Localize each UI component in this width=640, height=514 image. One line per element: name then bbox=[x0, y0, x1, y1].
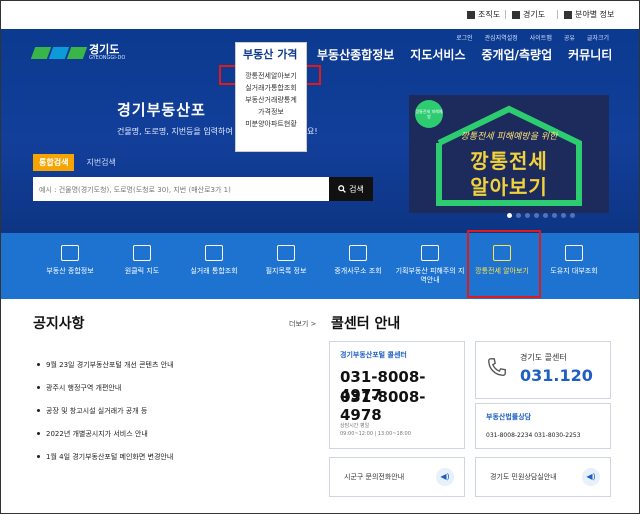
sitemap-link[interactable]: 사이트맵 bbox=[530, 33, 552, 42]
building-icon bbox=[133, 245, 151, 261]
notice-item[interactable]: 2022년 개별공시지가 서비스 안내 bbox=[37, 422, 307, 445]
search-box bbox=[33, 177, 329, 202]
notice-title: 공지사항 bbox=[33, 316, 85, 332]
nav-broker-survey[interactable]: 중개업/측량업 bbox=[473, 46, 560, 63]
quick-broker-office[interactable]: 중개사무소 조회 bbox=[323, 245, 393, 276]
highlight-quick-item bbox=[467, 230, 541, 298]
hero-description: 건물명, 도로명, 지번등을 입력하여 부동 bbox=[117, 127, 251, 136]
pagination-dot[interactable] bbox=[516, 213, 521, 218]
notice-more-link[interactable]: 더보기 > bbox=[289, 319, 316, 329]
notice-item[interactable]: 1월 4일 경기부동산포털 메인화면 변경안내 bbox=[37, 445, 307, 468]
fields-icon bbox=[564, 10, 572, 19]
banner-badge: 깡통전세 피해예방 bbox=[415, 100, 443, 128]
banner-title-line1: 깡통전세 bbox=[470, 149, 548, 173]
notice-item[interactable]: 9월 23일 경기부동산포털 개선 콘텐츠 안내 bbox=[37, 353, 307, 376]
hero-title: 경기부동산포 bbox=[117, 101, 206, 119]
org-icon bbox=[467, 10, 475, 19]
utility-bar: 조직도 경기도 분야별 정보 bbox=[1, 1, 639, 29]
map-icon bbox=[205, 245, 223, 261]
speaker-icon: ◀) bbox=[582, 468, 600, 486]
notice-item[interactable]: 공장 및 창고시설 실거래가 공개 등 bbox=[37, 399, 307, 422]
office-icon bbox=[349, 245, 367, 261]
warning-doc-icon bbox=[421, 245, 439, 261]
pagination-dot[interactable] bbox=[552, 213, 557, 218]
util-link-org[interactable]: 조직도 bbox=[467, 9, 500, 20]
site-logo[interactable]: 경기도 GYEONGGI-DO bbox=[30, 43, 126, 61]
pagination-dot[interactable] bbox=[525, 213, 530, 218]
dropdown-item-volume-stats[interactable]: 부동산거래량통계 bbox=[236, 94, 306, 106]
main-navigation: 부동산종합정보 지도서비스 중개업/측량업 커뮤니티 bbox=[309, 46, 620, 63]
speaker-icon: ◀) bbox=[436, 468, 454, 486]
tab-lot-search[interactable]: 지번검색 bbox=[82, 154, 119, 171]
gyeonggi-logo-icon bbox=[30, 47, 88, 59]
legal-consult-title: 부동산법률상담 bbox=[486, 413, 532, 421]
portal-callcenter-title: 경기부동산포털 콜센터 bbox=[340, 351, 407, 359]
legal-consult-box: 부동산법률상담 031-8008-2234 031-8030-2253 bbox=[475, 403, 611, 449]
sigungu-inquiry-button[interactable]: 시군구 문의전화안내 ◀) bbox=[329, 457, 465, 497]
banner-pagination bbox=[507, 213, 575, 218]
grid-icon bbox=[277, 245, 295, 261]
legal-consult-numbers: 031-8008-2234 031-8030-2253 bbox=[486, 432, 581, 439]
dropdown-item-unsold[interactable]: 미분양아파트현황 bbox=[236, 118, 306, 130]
house-icon bbox=[61, 245, 79, 261]
quick-state-land[interactable]: 도유지 대부조회 bbox=[539, 245, 609, 276]
pagination-dot[interactable] bbox=[561, 213, 566, 218]
search-icon bbox=[338, 185, 346, 193]
pagination-dot[interactable] bbox=[570, 213, 575, 218]
pagination-dot[interactable] bbox=[534, 213, 539, 218]
dropdown-title[interactable]: 부동산 가격 bbox=[236, 43, 306, 62]
search-button[interactable]: 검색 bbox=[329, 177, 373, 201]
phone-icon bbox=[488, 358, 506, 376]
logo-subtext: GYEONGGI-DO bbox=[89, 55, 126, 61]
consult-hours: 상담시간 평일 09:00~12:00 | 13:00~18:00 bbox=[340, 423, 411, 437]
quick-one-click-map[interactable]: 원클릭 지도 bbox=[107, 245, 177, 276]
callcenter-title: 콜센터 안내 bbox=[331, 316, 401, 332]
dropdown-item-jeonse-check[interactable]: 깡통전세알아보기 bbox=[236, 70, 306, 82]
util-link-fields[interactable]: 분야별 정보 bbox=[564, 9, 614, 20]
logo-text: 경기도 bbox=[89, 43, 120, 56]
util-link-gyeonggi[interactable]: 경기도 bbox=[512, 9, 545, 20]
login-link[interactable]: 로그인 bbox=[456, 33, 473, 42]
dropdown-item-transaction[interactable]: 실거래가통합조회 bbox=[236, 82, 306, 94]
notice-list: 9월 23일 경기부동산포털 개선 콘텐츠 안내 광주시 행정구역 개편안내 공… bbox=[37, 353, 307, 468]
hero-description-end: 요! bbox=[307, 127, 318, 136]
font-size-link[interactable]: 글자크기 bbox=[587, 33, 609, 42]
tab-integrated-search[interactable]: 통합검색 bbox=[33, 154, 75, 171]
banner-title-line2: 알아보기 bbox=[470, 175, 548, 199]
notice-item[interactable]: 광주시 행정구역 개편안내 bbox=[37, 376, 307, 399]
gyeonggi-callcenter-number: 031.120 bbox=[520, 366, 593, 385]
civil-consult-button[interactable]: 경기도 민원상담실안내 ◀) bbox=[475, 457, 611, 497]
hero-section: 경기도 GYEONGGI-DO 로그인 관심지역설정 사이트맵 공유 글자크기 … bbox=[1, 29, 639, 233]
nav-map-service[interactable]: 지도서비스 bbox=[402, 46, 473, 63]
quick-fraud-area[interactable]: 기획부동산 피해주의 지역안내 bbox=[395, 245, 465, 285]
banner-subtitle: 깡통전세 피해예방을 위한 bbox=[460, 132, 558, 142]
dropdown-item-price-info[interactable]: 가격정보 bbox=[236, 106, 306, 118]
gyeonggi-callcenter-box: 경기도 콜센터 031.120 bbox=[475, 341, 611, 399]
share-link[interactable]: 공유 bbox=[564, 33, 575, 42]
portal-phone-2: 031-8008-4978 bbox=[340, 388, 426, 424]
search-input[interactable] bbox=[33, 178, 329, 202]
nav-real-estate-info[interactable]: 부동산종합정보 bbox=[309, 46, 402, 63]
jeonse-banner[interactable]: 깡통전세 피해예방 깡통전세 피해예방을 위한 깡통전세 알아보기 bbox=[409, 95, 609, 213]
gyeonggi-icon bbox=[512, 10, 520, 19]
pagination-dot[interactable] bbox=[543, 213, 548, 218]
document-icon bbox=[565, 245, 583, 261]
sub-navigation: 로그인 관심지역설정 사이트맵 공유 글자크기 bbox=[456, 33, 609, 42]
quick-menu: 부동산 종합정보 원클릭 지도 실거래 통합조회 필지목록 정보 중개사무소 조… bbox=[1, 233, 639, 299]
pagination-dot[interactable] bbox=[507, 213, 512, 218]
portal-callcenter-box: 경기부동산포털 콜센터 031-8008-4977 031-8008-4978 … bbox=[329, 341, 465, 449]
interest-area-link[interactable]: 관심지역설정 bbox=[485, 33, 518, 42]
nav-community[interactable]: 커뮤니티 bbox=[560, 46, 620, 63]
price-dropdown-menu: 부동산 가격 깡통전세알아보기 실거래가통합조회 부동산거래량통계 가격정보 미… bbox=[235, 42, 307, 152]
search-tabs: 통합검색 지번검색 bbox=[33, 154, 120, 171]
gyeonggi-callcenter-label: 경기도 콜센터 bbox=[520, 353, 567, 362]
quick-real-estate-info[interactable]: 부동산 종합정보 bbox=[35, 245, 105, 276]
quick-parcel-list[interactable]: 필지목록 정보 bbox=[251, 245, 321, 276]
page-frame: 조직도 경기도 분야별 정보 경기도 GYEONGGI-DO 로그인 관심지역설… bbox=[0, 0, 640, 514]
quick-transaction[interactable]: 실거래 통합조회 bbox=[179, 245, 249, 276]
